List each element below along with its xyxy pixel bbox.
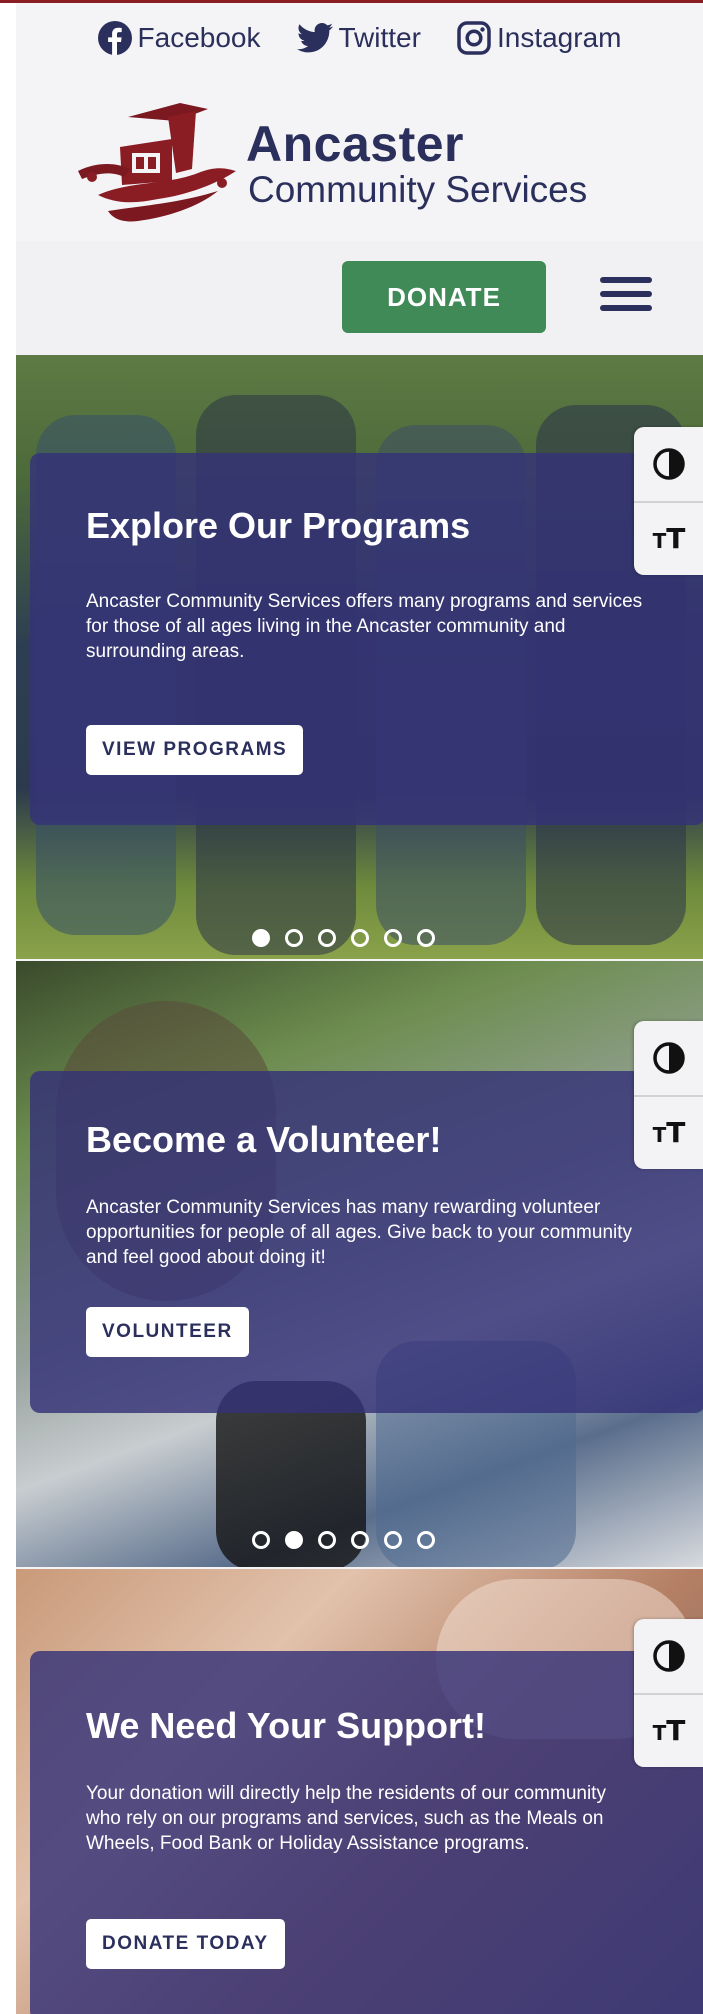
slider-dot-5[interactable] xyxy=(384,1531,402,1549)
text-size-toggle[interactable]: TT xyxy=(634,1095,703,1169)
donate-today-button[interactable]: DONATE TODAY xyxy=(86,1919,285,1969)
site-logo[interactable]: Ancaster Community Services xyxy=(68,99,628,229)
logo-mark-icon xyxy=(78,103,236,222)
twitter-link[interactable]: Twitter xyxy=(296,22,421,54)
slider-dot-1[interactable] xyxy=(252,1531,270,1549)
facebook-link[interactable]: Facebook xyxy=(97,21,261,55)
twitter-label: Twitter xyxy=(338,22,421,53)
slider-dot-5[interactable] xyxy=(384,929,402,947)
slider-dot-4[interactable] xyxy=(351,929,369,947)
slider-dot-1[interactable] xyxy=(252,929,270,947)
facebook-label: Facebook xyxy=(137,22,261,53)
hero-slide-programs: Explore Our Programs Ancaster Community … xyxy=(16,355,703,959)
donate-button[interactable]: DONATE xyxy=(342,261,546,333)
slider-dot-2[interactable] xyxy=(285,929,303,947)
volunteer-button[interactable]: VOLUNTEER xyxy=(86,1307,249,1357)
hero-panel: Become a Volunteer! Ancaster Community S… xyxy=(30,1071,703,1413)
instagram-link[interactable]: Instagram xyxy=(457,21,622,55)
contrast-toggle[interactable] xyxy=(634,1021,703,1097)
hero-slide-support: We Need Your Support! Your donation will… xyxy=(16,1569,703,2014)
slider-dots xyxy=(252,1531,435,1549)
slider-dot-4[interactable] xyxy=(351,1531,369,1549)
text-size-toggle[interactable]: TT xyxy=(634,1693,703,1767)
contrast-toggle[interactable] xyxy=(634,1619,703,1695)
view-programs-button[interactable]: VIEW PROGRAMS xyxy=(86,725,304,775)
contrast-icon xyxy=(653,448,685,480)
page: Facebook Twitter Instagram Ancaster Comm… xyxy=(16,3,703,2014)
slider-dots xyxy=(252,929,435,947)
contrast-toggle[interactable] xyxy=(634,427,703,503)
logo-title: Ancaster xyxy=(246,116,464,172)
slide-description: Ancaster Community Services has many rew… xyxy=(86,1197,633,1268)
slide-title: Explore Our Programs xyxy=(86,505,471,546)
hero-slide-volunteer: Become a Volunteer! Ancaster Community S… xyxy=(16,961,703,1567)
text-size-icon: TT xyxy=(652,1115,686,1149)
social-links: Facebook Twitter Instagram xyxy=(16,13,703,63)
facebook-icon xyxy=(97,21,132,55)
instagram-label: Instagram xyxy=(496,22,622,53)
slider-dot-3[interactable] xyxy=(318,929,336,947)
slide-description: Ancaster Community Services offers many … xyxy=(86,591,643,662)
twitter-icon xyxy=(296,23,333,53)
accessibility-toolbar: TT xyxy=(634,1619,703,1767)
text-size-icon: TT xyxy=(652,1713,686,1747)
logo-subtitle: Community Services xyxy=(248,169,588,210)
slider-dot-2[interactable] xyxy=(285,1531,303,1549)
hamburger-menu-icon[interactable] xyxy=(600,277,652,321)
hero-panel: Explore Our Programs Ancaster Community … xyxy=(30,453,703,825)
slide-description: Your donation will directly help the res… xyxy=(86,1783,606,1854)
contrast-icon xyxy=(653,1042,685,1074)
contrast-icon xyxy=(653,1640,685,1672)
slider-dot-6[interactable] xyxy=(417,929,435,947)
hero-panel: We Need Your Support! Your donation will… xyxy=(30,1651,703,2014)
accessibility-toolbar: TT xyxy=(634,1021,703,1169)
instagram-icon xyxy=(457,21,491,55)
slider-dot-3[interactable] xyxy=(318,1531,336,1549)
slider-dot-6[interactable] xyxy=(417,1531,435,1549)
text-size-toggle[interactable]: TT xyxy=(634,501,703,575)
slide-title: Become a Volunteer! xyxy=(86,1119,442,1160)
accessibility-toolbar: TT xyxy=(634,427,703,575)
header-nav: DONATE xyxy=(16,241,703,359)
text-size-icon: TT xyxy=(652,521,686,555)
slide-title: We Need Your Support! xyxy=(86,1705,487,1746)
